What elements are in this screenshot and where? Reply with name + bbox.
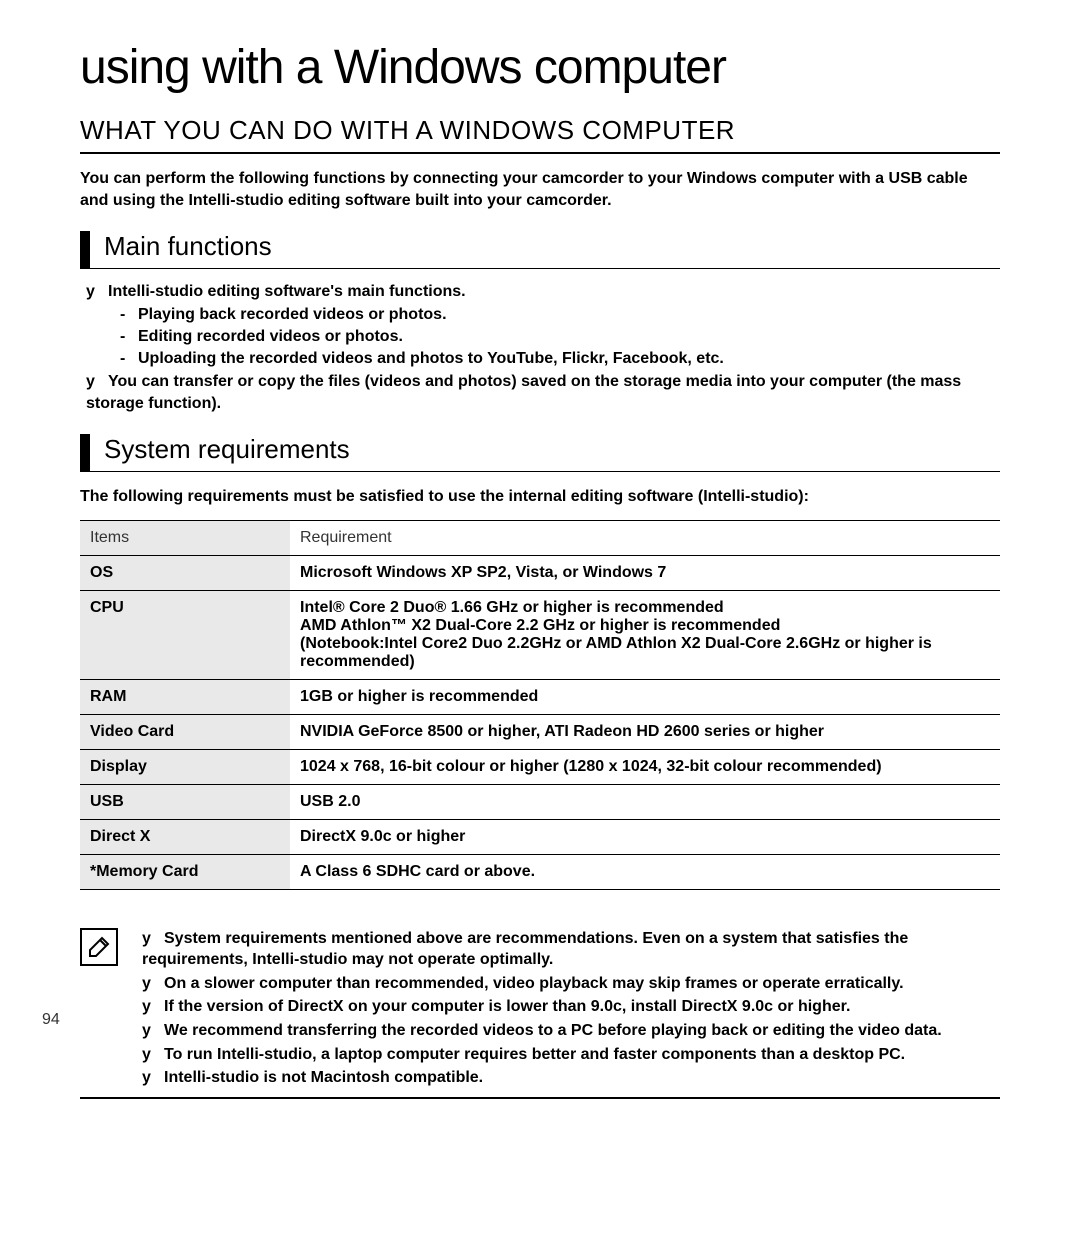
- list-item: yTo run Intelli-studio, a laptop compute…: [142, 1044, 1000, 1066]
- req-item: *Memory Card: [80, 854, 290, 889]
- list-item-text: You can transfer or copy the files (vide…: [86, 373, 961, 412]
- list-item: yOn a slower computer than recommended, …: [142, 973, 1000, 995]
- req-value: 1024 x 768, 16-bit colour or higher (128…: [290, 749, 1000, 784]
- req-item: Video Card: [80, 714, 290, 749]
- table-header-row: Items Requirement: [80, 520, 1000, 555]
- chapter-title: using with a Windows computer: [80, 40, 1000, 95]
- req-item: CPU: [80, 590, 290, 679]
- table-row: Video Card NVIDIA GeForce 8500 or higher…: [80, 714, 1000, 749]
- table-row: RAM 1GB or higher is recommended: [80, 679, 1000, 714]
- note-text: On a slower computer than recommended, v…: [164, 975, 904, 992]
- col-items: Items: [80, 520, 290, 555]
- req-item-text: *Memory Card: [90, 863, 198, 880]
- table-row: CPU Intel® Core 2 Duo® 1.66 GHz or highe…: [80, 590, 1000, 679]
- system-requirements-heading: System requirements: [80, 434, 1000, 472]
- section-intro: You can perform the following functions …: [80, 168, 1000, 211]
- note-text: If the version of DirectX on your comput…: [164, 998, 850, 1015]
- table-row: Display 1024 x 768, 16-bit colour or hig…: [80, 749, 1000, 784]
- req-item: RAM: [80, 679, 290, 714]
- section-heading: WHAT YOU CAN DO WITH A WINDOWS COMPUTER: [80, 115, 1000, 154]
- system-requirements-intro: The following requirements must be satis…: [80, 488, 1000, 506]
- notes-box: ySystem requirements mentioned above are…: [80, 928, 1000, 1099]
- requirements-table: Items Requirement OS Microsoft Windows X…: [80, 520, 1000, 890]
- list-item: yIf the version of DirectX on your compu…: [142, 996, 1000, 1018]
- req-value: Intel® Core 2 Duo® 1.66 GHz or higher is…: [290, 590, 1000, 679]
- note-text: Intelli-studio is not Macintosh compatib…: [164, 1069, 483, 1086]
- list-item-text: Editing recorded videos or photos.: [138, 328, 403, 345]
- list-item: yIntelli-studio is not Macintosh compati…: [142, 1067, 1000, 1089]
- note-text: We recommend transferring the recorded v…: [164, 1022, 942, 1039]
- req-value: DirectX 9.0c or higher: [290, 819, 1000, 854]
- list-item: yYou can transfer or copy the files (vid…: [86, 371, 1000, 416]
- list-item-text: Playing back recorded videos or photos.: [138, 306, 447, 323]
- main-functions-list: yIntelli-studio editing software's main …: [86, 281, 1000, 415]
- notes-list: ySystem requirements mentioned above are…: [142, 928, 1000, 1091]
- list-item: -Editing recorded videos or photos.: [120, 326, 1000, 348]
- list-item: yIntelli-studio editing software's main …: [86, 281, 1000, 303]
- list-item-text: Uploading the recorded videos and photos…: [138, 350, 724, 367]
- list-item-text: Intelli-studio editing software's main f…: [108, 283, 466, 300]
- main-functions-heading: Main functions: [80, 231, 1000, 269]
- req-value: Microsoft Windows XP SP2, Vista, or Wind…: [290, 555, 1000, 590]
- list-item: -Uploading the recorded videos and photo…: [120, 348, 1000, 370]
- list-item: yWe recommend transferring the recorded …: [142, 1020, 1000, 1042]
- list-item: -Playing back recorded videos or photos.: [120, 304, 1000, 326]
- req-item: OS: [80, 555, 290, 590]
- list-item: ySystem requirements mentioned above are…: [142, 928, 1000, 971]
- table-row: Direct X DirectX 9.0c or higher: [80, 819, 1000, 854]
- col-requirement: Requirement: [290, 520, 1000, 555]
- page-number: 94: [42, 1011, 60, 1029]
- table-row: OS Microsoft Windows XP SP2, Vista, or W…: [80, 555, 1000, 590]
- req-value: 1GB or higher is recommended: [290, 679, 1000, 714]
- req-item: USB: [80, 784, 290, 819]
- manual-page: using with a Windows computer WHAT YOU C…: [0, 0, 1080, 1139]
- cpu-line: Intel® Core 2 Duo® 1.66 GHz or higher is…: [300, 599, 724, 616]
- cpu-line: AMD Athlon™ X2 Dual-Core 2.2 GHz or high…: [300, 617, 990, 635]
- req-value: A Class 6 SDHC card or above.: [290, 854, 1000, 889]
- note-icon: [80, 928, 118, 966]
- req-value: USB 2.0: [290, 784, 1000, 819]
- table-row: *Memory Card A Class 6 SDHC card or abov…: [80, 854, 1000, 889]
- req-item: Direct X: [80, 819, 290, 854]
- req-item: Display: [80, 749, 290, 784]
- cpu-line: (Notebook:Intel Core2 Duo 2.2GHz or AMD …: [300, 635, 990, 671]
- table-row: USB USB 2.0: [80, 784, 1000, 819]
- note-text: To run Intelli-studio, a laptop computer…: [164, 1046, 905, 1063]
- note-text: System requirements mentioned above are …: [142, 930, 908, 969]
- req-value: NVIDIA GeForce 8500 or higher, ATI Radeo…: [290, 714, 1000, 749]
